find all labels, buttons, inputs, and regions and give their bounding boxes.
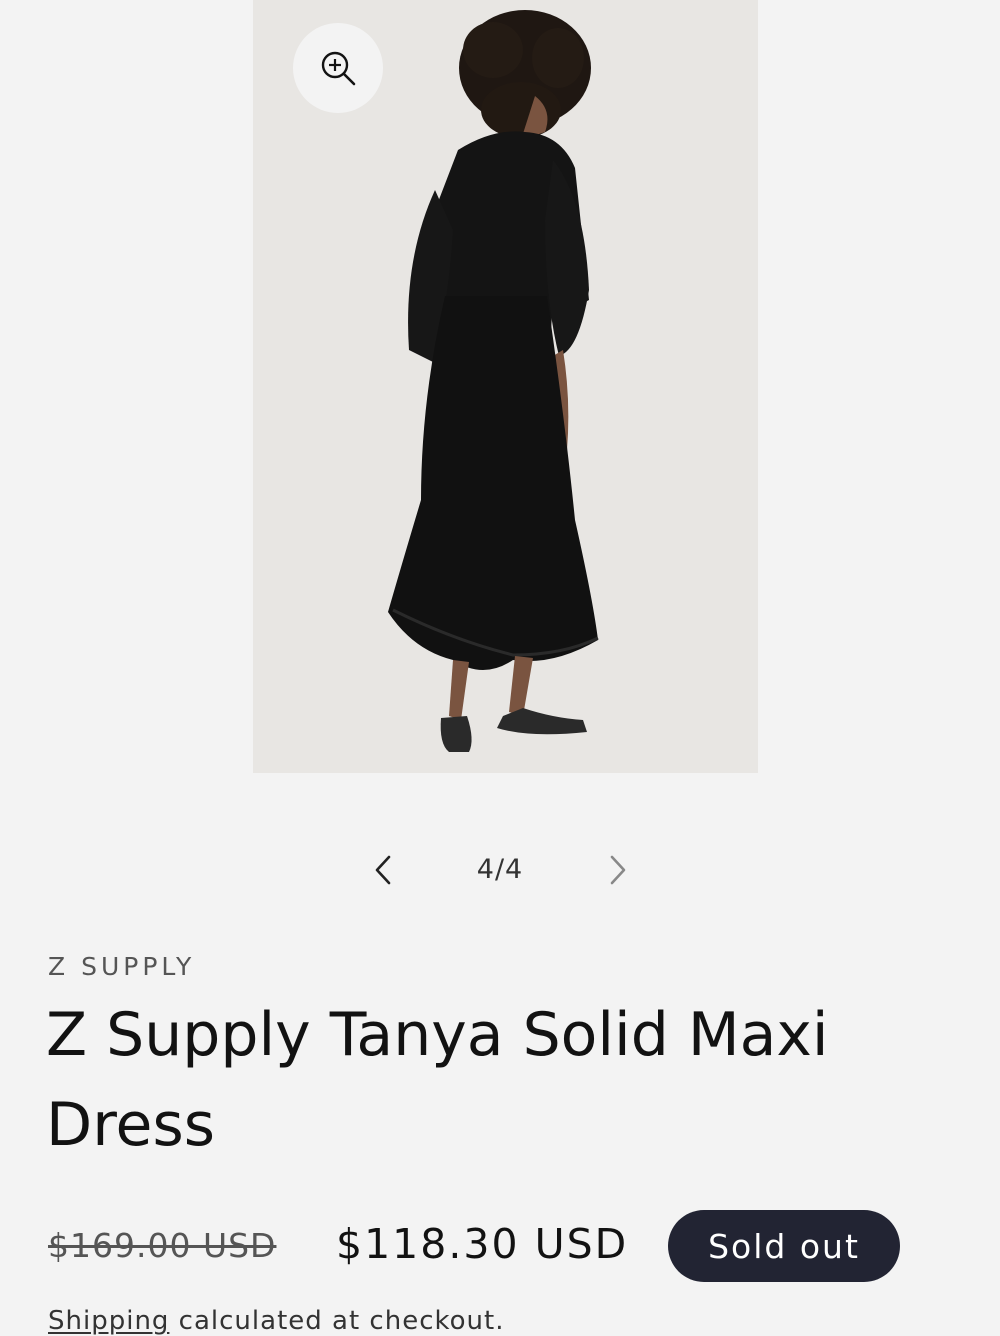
product-image[interactable]: [253, 0, 758, 773]
chevron-left-icon: [375, 855, 391, 885]
product-title: Z Supply Tanya Solid Maxi Dress: [46, 1000, 829, 1160]
previous-slide-button[interactable]: [361, 848, 405, 892]
shipping-note-text: calculated at checkout.: [169, 1306, 505, 1336]
shipping-policy-link[interactable]: Shipping: [48, 1306, 169, 1336]
price-row: $169.00 USD $118.30 USD Sold out: [48, 1208, 988, 1284]
product-photo: [253, 0, 758, 773]
chevron-right-icon: [610, 855, 626, 885]
product-vendor: Z SUPPLY: [48, 952, 196, 981]
shipping-note: Shipping calculated at checkout.: [48, 1306, 504, 1336]
zoom-button[interactable]: [293, 23, 383, 113]
sale-price: $118.30 USD: [336, 1220, 629, 1268]
compare-at-price: $169.00 USD: [48, 1226, 277, 1265]
slider-counter: 4/4: [476, 854, 524, 885]
sold-out-badge: Sold out: [668, 1210, 900, 1282]
slider-controls: 4/4: [0, 840, 1000, 900]
next-slide-button[interactable]: [596, 848, 640, 892]
zoom-in-icon: [321, 51, 356, 86]
